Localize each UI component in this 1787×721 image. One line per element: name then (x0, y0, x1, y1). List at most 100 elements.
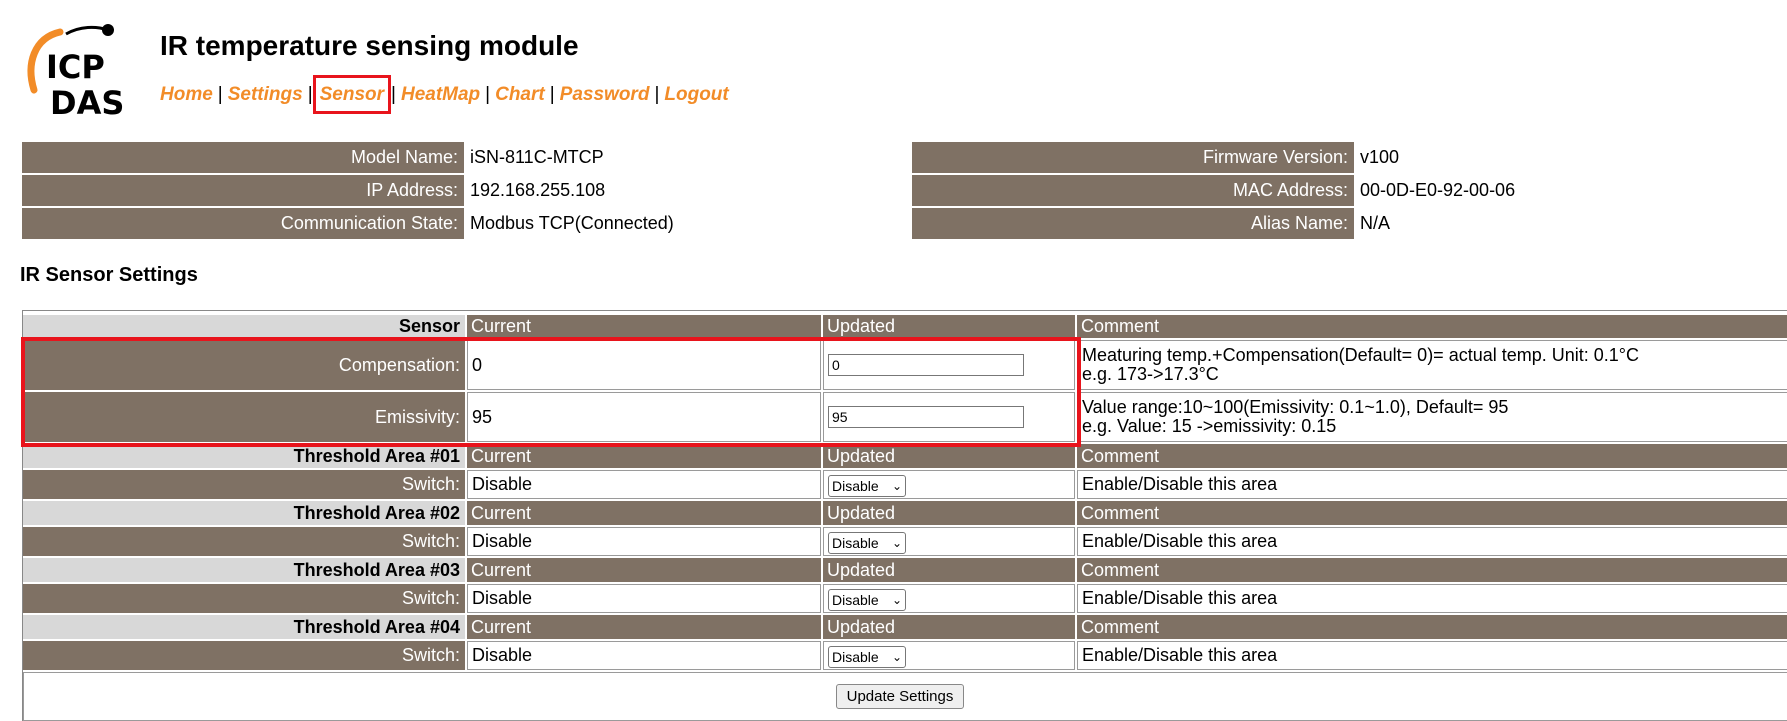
switch-comment: Enable/Disable this area (1077, 527, 1787, 556)
alias-value: N/A (1360, 213, 1391, 233)
switch-current: Disable (467, 470, 821, 499)
alias-label: Alias Name: (912, 208, 1354, 239)
current-header: Current (467, 558, 821, 582)
updated-header: Updated (823, 558, 1075, 582)
nav-separator: | (391, 84, 396, 105)
switch-select[interactable]: Disable ⌄ (828, 475, 906, 497)
switch-select[interactable]: Disable ⌄ (828, 646, 906, 668)
switch-label: Switch: (23, 527, 465, 556)
nav-heatmap[interactable]: HeatMap (401, 84, 480, 105)
comment-header: Comment (1077, 558, 1787, 582)
nav-separator: | (654, 84, 660, 105)
nav-separator: | (485, 84, 491, 105)
updated-header: Updated (823, 615, 1075, 639)
table-row: Compensation: 0 0 Meaturing temp.+Compen… (23, 340, 1787, 390)
table-header-row: Sensor Current Updated Comment (23, 315, 1787, 338)
switch-comment: Enable/Disable this area (1077, 641, 1787, 670)
comment-header: Comment (1077, 444, 1787, 468)
updated-header: Updated (823, 315, 1075, 338)
compensation-label: Compensation: (23, 340, 465, 390)
comment-header: Comment (1077, 501, 1787, 525)
select-value: Disable (832, 535, 879, 551)
current-header: Current (467, 444, 821, 468)
table-row: Emissivity: 95 95 Value range:10~100(Emi… (23, 392, 1787, 442)
section-title: IR Sensor Settings (20, 264, 198, 286)
select-value: Disable (832, 592, 879, 608)
switch-comment: Enable/Disable this area (1077, 584, 1787, 613)
area-header-row: Threshold Area #04 Current Updated Comme… (23, 615, 1787, 639)
settings-table: Sensor Current Updated Comment Compensat… (22, 310, 1787, 721)
compensation-updated-cell: 0 (823, 340, 1075, 390)
comm-state-value: Modbus TCP(Connected) (470, 213, 674, 233)
nav-settings[interactable]: Settings (228, 84, 303, 105)
switch-label: Switch: (23, 470, 465, 499)
logo-text-top: ICP (46, 48, 105, 86)
select-value: Disable (832, 649, 879, 665)
logo-text-bottom: DAS (50, 84, 124, 120)
update-settings-button[interactable]: Update Settings (836, 684, 964, 709)
comment-header: Comment (1077, 315, 1787, 338)
chevron-down-icon: ⌄ (891, 479, 902, 493)
comment-line: Value range:10~100(Emissivity: 0.1~1.0),… (1082, 397, 1509, 417)
switch-current: Disable (467, 584, 821, 613)
switch-updated-cell: Disable ⌄ (823, 584, 1075, 613)
switch-select[interactable]: Disable ⌄ (828, 532, 906, 554)
comment-header: Comment (1077, 615, 1787, 639)
model-name-value: iSN-811C-MTCP (470, 147, 604, 167)
updated-header: Updated (823, 444, 1075, 468)
ip-value: 192.168.255.108 (470, 180, 606, 200)
current-header: Current (467, 615, 821, 639)
emissivity-label: Emissivity: (23, 392, 465, 442)
mac-value: 00-0D-E0-92-00-06 (1360, 180, 1516, 200)
compensation-current: 0 (467, 340, 821, 390)
firmware-label: Firmware Version: (912, 142, 1354, 173)
emissivity-updated-cell: 95 (823, 392, 1075, 442)
area-title: Threshold Area #02 (23, 501, 465, 525)
switch-current: Disable (467, 641, 821, 670)
area-header-row: Threshold Area #02 Current Updated Comme… (23, 501, 1787, 525)
model-name-label: Model Name: (22, 142, 464, 173)
info-row: Model Name: iSN-811C-MTCP Firmware Versi… (22, 142, 1787, 173)
current-header: Current (467, 315, 821, 338)
emissivity-input[interactable]: 95 (828, 406, 1024, 428)
info-row: Communication State: Modbus TCP(Connecte… (22, 208, 1787, 239)
updated-header: Updated (823, 501, 1075, 525)
switch-current: Disable (467, 527, 821, 556)
chevron-down-icon: ⌄ (891, 593, 902, 607)
nav-password[interactable]: Password (560, 84, 650, 105)
main-nav: Home | Settings | Sensor | HeatMap | Chart | Passw… (160, 75, 729, 114)
emissivity-current: 95 (467, 392, 821, 442)
comm-state-label: Communication State: (22, 208, 464, 239)
switch-label: Switch: (23, 641, 465, 670)
firmware-value: v100 (1360, 147, 1400, 167)
switch-updated-cell: Disable ⌄ (823, 641, 1075, 670)
compensation-comment: Meaturing temp.+Compensation(Default= 0)… (1077, 340, 1787, 390)
nav-chart[interactable]: Chart (495, 84, 545, 105)
nav-sensor[interactable]: Sensor (312, 75, 392, 114)
emissivity-comment: Value range:10~100(Emissivity: 0.1~1.0),… (1077, 392, 1787, 442)
page-title: IR temperature sensing module (160, 30, 579, 61)
table-row: Switch: Disable Disable ⌄ Enable/Disable … (23, 641, 1787, 670)
select-value: Disable (832, 478, 879, 494)
nav-logout[interactable]: Logout (664, 84, 728, 105)
table-row: Switch: Disable Disable ⌄ Enable/Disable … (23, 584, 1787, 613)
sensor-header: Sensor (23, 315, 465, 338)
current-header: Current (467, 501, 821, 525)
switch-select[interactable]: Disable ⌄ (828, 589, 906, 611)
area-header-row: Threshold Area #01 Current Updated Comme… (23, 444, 1787, 468)
nav-home[interactable]: Home (160, 84, 213, 105)
comment-line: e.g. 173->17.3°C (1082, 364, 1219, 384)
ip-label: IP Address: (22, 175, 464, 206)
area-title: Threshold Area #01 (23, 444, 465, 468)
switch-updated-cell: Disable ⌄ (823, 470, 1075, 499)
compensation-input[interactable]: 0 (828, 354, 1024, 376)
switch-label: Switch: (23, 584, 465, 613)
chevron-down-icon: ⌄ (891, 650, 902, 664)
device-info-table: Model Name: iSN-811C-MTCP Firmware Versi… (22, 142, 1787, 241)
chevron-down-icon: ⌄ (891, 536, 902, 550)
nav-separator: | (549, 84, 555, 105)
area-title: Threshold Area #04 (23, 615, 465, 639)
area-title: Threshold Area #03 (23, 558, 465, 582)
table-row: Switch: Disable Disable ⌄ Enable/Disable … (23, 470, 1787, 499)
icpdas-logo: ICP DAS (27, 24, 124, 120)
